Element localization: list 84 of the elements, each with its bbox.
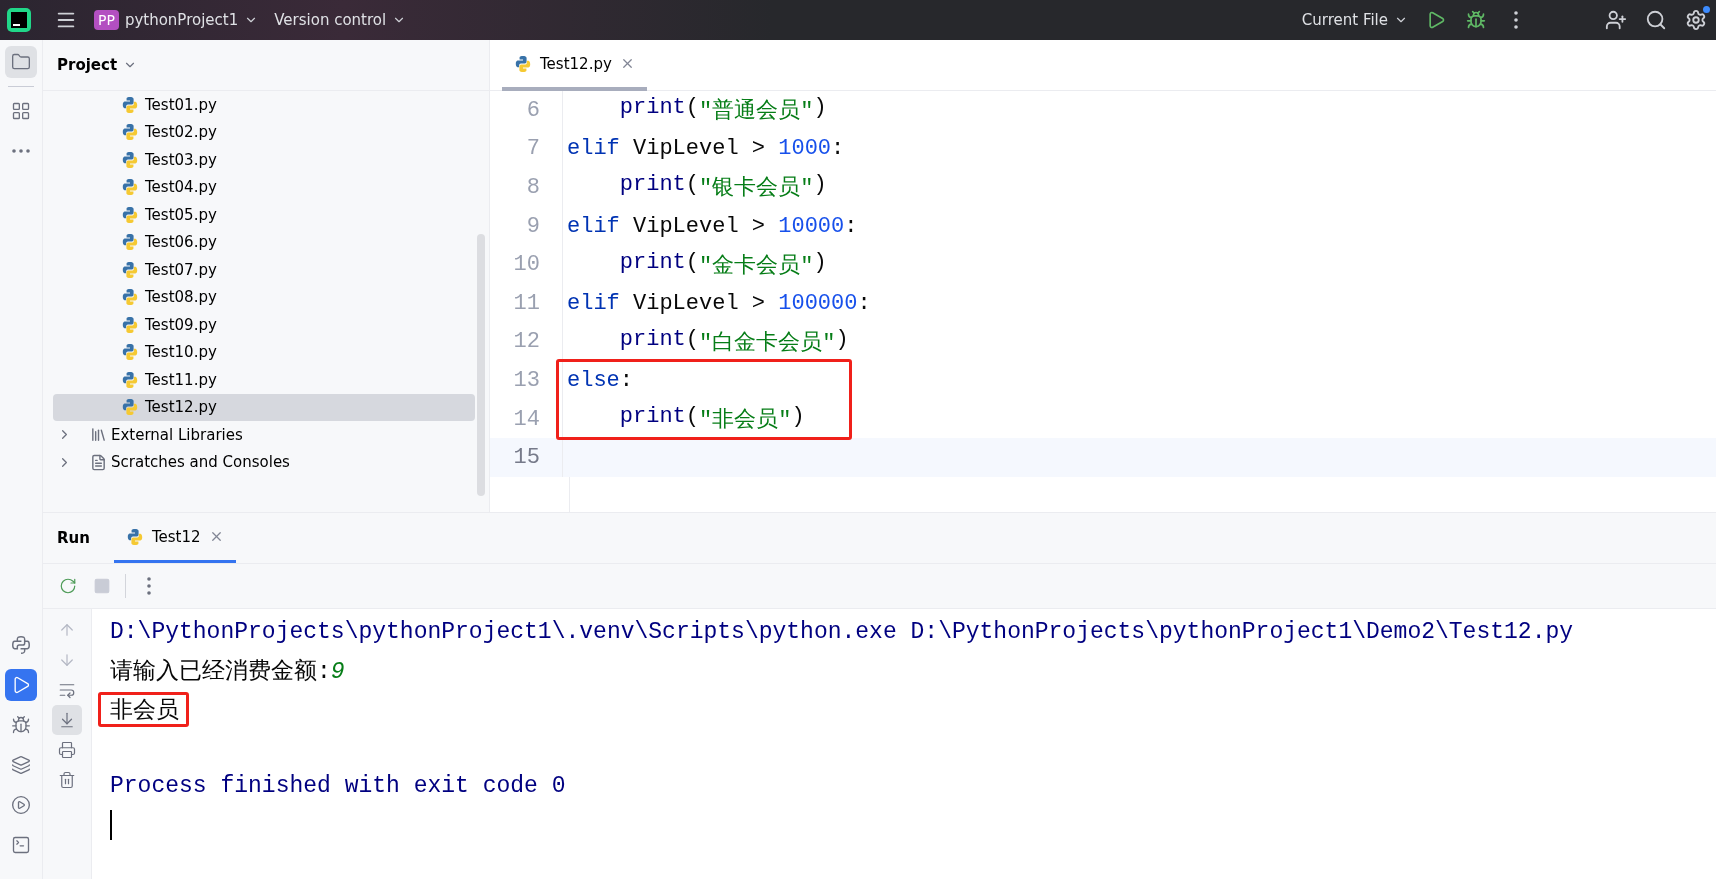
folder-icon bbox=[11, 52, 31, 72]
scrollbar[interactable] bbox=[477, 234, 485, 496]
python-file-icon bbox=[121, 260, 139, 279]
line-number: 10 bbox=[490, 245, 563, 284]
app-logo[interactable] bbox=[6, 7, 32, 33]
grid-icon bbox=[11, 101, 31, 121]
scratches-icon bbox=[90, 453, 107, 471]
file-item[interactable]: Test03.py bbox=[53, 146, 475, 174]
code-line: print("非会员") bbox=[618, 404, 805, 435]
run-config-menu[interactable]: Current File bbox=[1293, 7, 1416, 33]
file-item[interactable]: Test10.py bbox=[53, 338, 475, 366]
tree-node[interactable]: External Libraries bbox=[53, 421, 475, 449]
trash-icon bbox=[58, 771, 76, 789]
terminal-icon bbox=[11, 835, 31, 855]
down-arrow-icon bbox=[58, 651, 76, 669]
line-number: 9 bbox=[490, 206, 563, 246]
python-file-icon bbox=[121, 315, 139, 334]
console-line: 请输入已经消费金额:9 bbox=[110, 658, 345, 687]
file-item[interactable]: Test02.py bbox=[53, 118, 475, 146]
file-item[interactable]: Test12.py bbox=[53, 393, 475, 421]
tool-window-button[interactable] bbox=[5, 669, 37, 701]
file-item[interactable]: Test05.py bbox=[53, 201, 475, 229]
line-number: 6 bbox=[490, 91, 563, 130]
python-file-icon bbox=[121, 178, 139, 197]
console-line: D:\PythonProjects\pythonProject1\.venv\Scripts\python.exe D:\PythonProjects\pythonProject1\Demo2\Test12.py bbox=[110, 619, 1574, 646]
wrap-icon bbox=[58, 681, 76, 699]
file-item[interactable]: Test07.py bbox=[53, 256, 475, 284]
line-number: 7 bbox=[490, 129, 563, 169]
python-file-icon bbox=[125, 527, 144, 546]
code-line: print("金卡会员") bbox=[618, 249, 827, 280]
panel-title: Run bbox=[57, 528, 90, 549]
python-file-icon bbox=[121, 370, 139, 389]
code-line: elif VipLevel > 10000: bbox=[566, 213, 858, 239]
code-line: else: bbox=[566, 367, 633, 393]
file-item[interactable]: Test09.py bbox=[53, 311, 475, 339]
library-icon bbox=[90, 426, 107, 444]
settings-icon bbox=[1685, 9, 1707, 31]
python-file-icon bbox=[121, 288, 139, 307]
panel-title[interactable]: Project bbox=[57, 56, 138, 74]
text-caret bbox=[110, 809, 112, 840]
file-item[interactable]: Test11.py bbox=[53, 366, 475, 394]
tool-window-button[interactable] bbox=[5, 46, 37, 78]
file-item[interactable]: Test08.py bbox=[53, 283, 475, 311]
project-badge: PP bbox=[94, 10, 119, 30]
vcs-menu[interactable]: Version control bbox=[266, 7, 415, 33]
python-file-icon bbox=[121, 343, 139, 362]
layers-icon bbox=[11, 755, 31, 775]
line-number: 8 bbox=[490, 168, 563, 207]
tree-node[interactable]: Scratches and Consoles bbox=[53, 448, 475, 476]
project-name: pythonProject1 bbox=[124, 11, 239, 29]
code-line: elif VipLevel > 100000: bbox=[566, 290, 871, 316]
python-file-icon bbox=[514, 54, 532, 73]
code-line: print("普通会员") bbox=[618, 95, 827, 126]
printer-icon bbox=[58, 741, 76, 759]
play-circle-icon bbox=[11, 795, 31, 815]
code-line: elif VipLevel > 1000: bbox=[566, 136, 845, 162]
bug-icon bbox=[11, 715, 31, 735]
python-console-icon bbox=[10, 634, 32, 656]
python-file-icon bbox=[121, 150, 139, 169]
python-file-icon bbox=[121, 123, 139, 142]
file-item[interactable]: Test01.py bbox=[53, 91, 475, 119]
project-menu[interactable]: PP pythonProject1 bbox=[86, 6, 267, 34]
line-number: 12 bbox=[490, 322, 563, 362]
more-icon bbox=[147, 577, 151, 595]
python-file-icon bbox=[121, 233, 139, 252]
console-line: Process finished with exit code 0 bbox=[110, 773, 566, 800]
line-number: 11 bbox=[490, 283, 563, 323]
scroll-end-icon bbox=[58, 711, 76, 729]
code-line: print("银卡会员") bbox=[618, 172, 827, 203]
console-output: 非会员 bbox=[110, 696, 179, 725]
python-file-icon bbox=[121, 205, 139, 224]
python-file-icon bbox=[121, 95, 139, 114]
stop-icon bbox=[93, 577, 111, 595]
file-item[interactable]: Test04.py bbox=[53, 173, 475, 201]
line-number: 13 bbox=[490, 361, 563, 400]
toolbar-button[interactable] bbox=[52, 705, 82, 735]
rerun-icon bbox=[59, 577, 77, 595]
editor-tab[interactable]: Test12.py bbox=[502, 40, 647, 91]
line-number: 15 bbox=[490, 438, 563, 477]
file-item[interactable]: Test06.py bbox=[53, 228, 475, 256]
more-icon bbox=[12, 149, 30, 153]
code-line: print("白金卡会员") bbox=[618, 326, 849, 357]
python-file-icon bbox=[121, 398, 139, 417]
more-icon bbox=[1514, 11, 1518, 29]
